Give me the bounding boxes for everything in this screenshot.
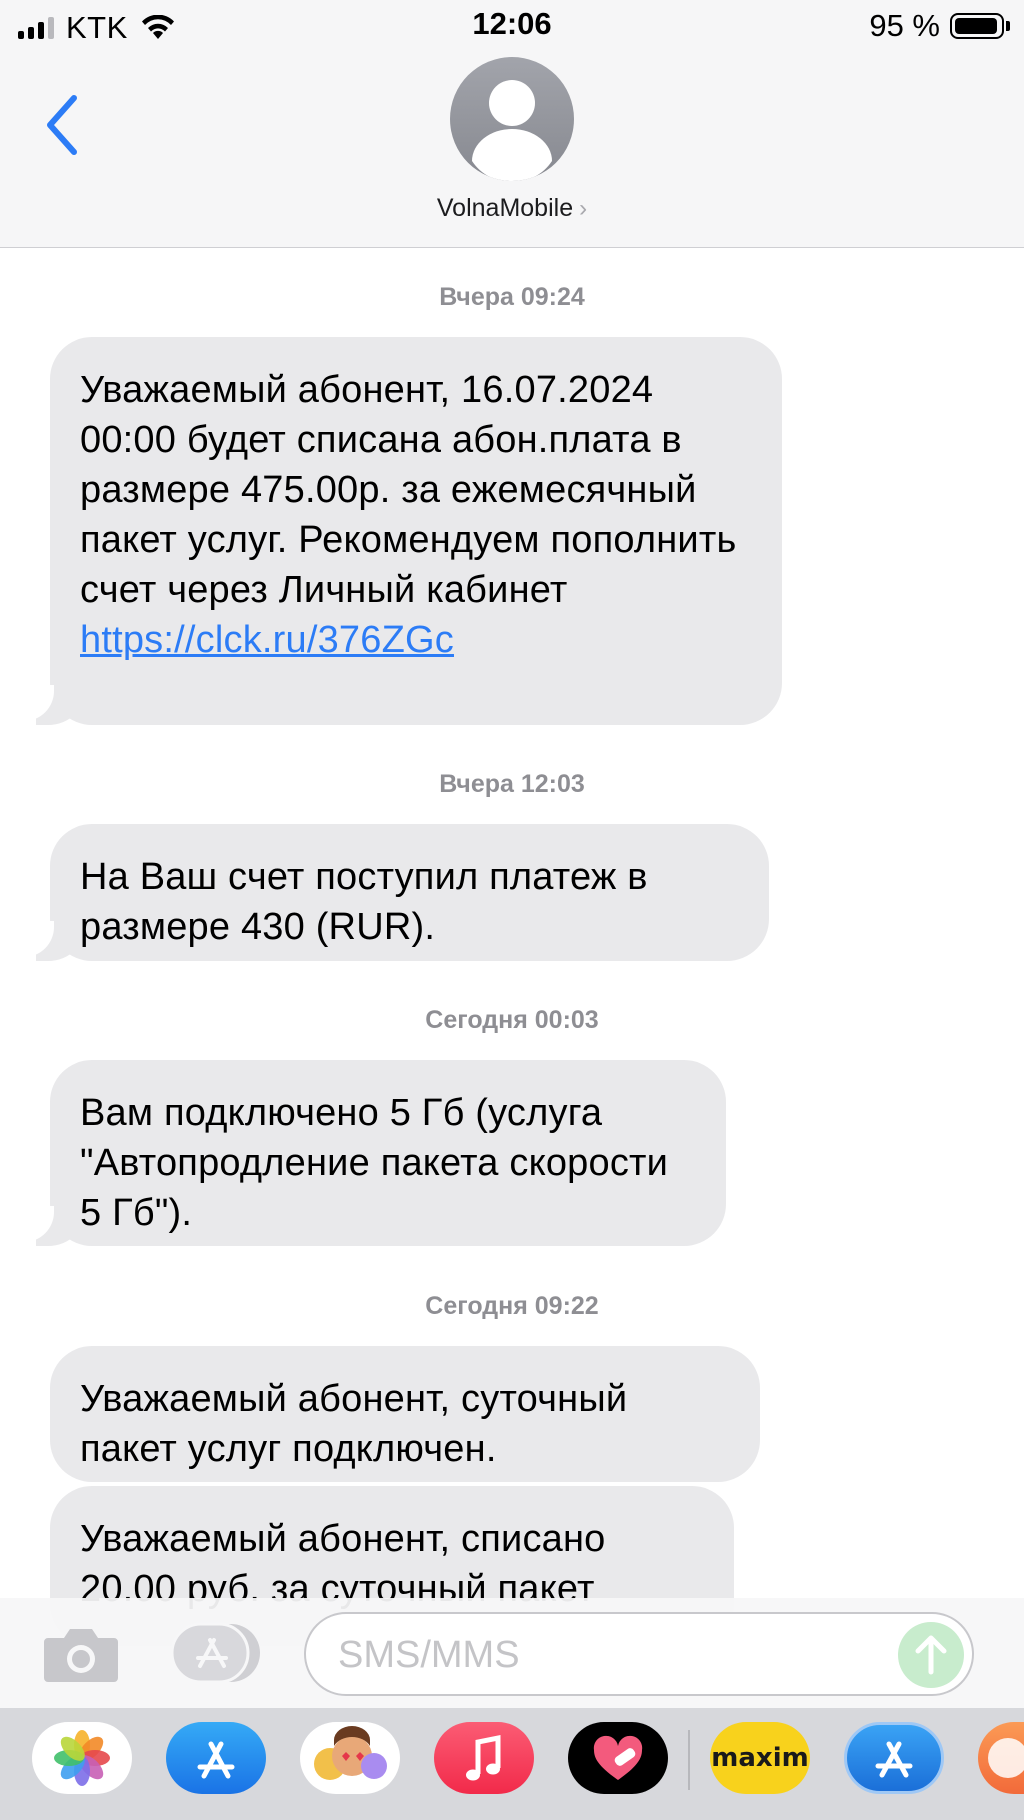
maxim-logo: maxim (711, 1743, 809, 1773)
music-icon (466, 1734, 501, 1781)
camera-icon (44, 1629, 118, 1682)
conversation-header: VolnaMobile › (0, 52, 1024, 248)
app-drawer: maxim (0, 1708, 1024, 1820)
app-store-app-2[interactable] (844, 1722, 944, 1794)
compose-bar (0, 1598, 1024, 1708)
contact-name-button[interactable]: VolnaMobile › (0, 194, 1024, 223)
message-input[interactable] (336, 1614, 860, 1696)
battery-icon (950, 13, 1004, 39)
bubble-tail (36, 1206, 76, 1246)
photos-app[interactable] (32, 1722, 132, 1794)
partial-app[interactable] (978, 1722, 1024, 1794)
drawer-divider (688, 1730, 690, 1790)
message-text: Вам подключено 5 Гб (услуга "Автопродлен… (80, 1092, 669, 1234)
memoji-app[interactable] (300, 1722, 400, 1794)
app-store-icon (197, 1741, 235, 1779)
app-store-icon (170, 1622, 260, 1684)
message-link[interactable]: https://clck.ru/376ZGc (80, 619, 454, 661)
app-store-icon (875, 1741, 913, 1778)
message-text: Уважаемый абонент, 16.07.2024 00:00 буде… (80, 369, 737, 611)
chevron-left-icon (47, 95, 77, 155)
battery-cap (1006, 21, 1010, 31)
send-button[interactable] (898, 1622, 964, 1688)
bubble-tail (36, 921, 76, 961)
battery-percentage: 95 % (869, 8, 940, 43)
arrow-up-icon (915, 1635, 947, 1675)
camera-button[interactable] (42, 1624, 120, 1686)
chevron-right-icon: › (579, 195, 588, 222)
message-bubble[interactable]: На Ваш счет поступил платеж в размере 43… (36, 824, 769, 961)
music-app[interactable] (434, 1722, 534, 1794)
status-bar: KTK 12:06 95 % (0, 0, 1024, 52)
apps-button[interactable] (170, 1622, 262, 1684)
person-silhouette-icon (472, 80, 552, 181)
heart-app-icon (593, 1735, 643, 1780)
message-text: Уважаемый абонент, суточный пакет услуг … (80, 1378, 628, 1470)
app-store-app[interactable] (166, 1722, 266, 1794)
message-timestamp: Вчера 12:03 (439, 770, 585, 798)
heart-app[interactable] (568, 1722, 668, 1794)
message-timestamp: Сегодня 09:22 (425, 1292, 599, 1320)
message-bubble[interactable]: Уважаемый абонент, 16.07.2024 00:00 буде… (36, 337, 782, 725)
memoji-icon (314, 1726, 387, 1780)
maxim-app[interactable]: maxim (710, 1722, 810, 1794)
contact-name: VolnaMobile (436, 194, 574, 222)
back-button[interactable] (38, 90, 88, 160)
photos-icon (54, 1730, 110, 1786)
message-timestamp: Вчера 09:24 (439, 283, 585, 311)
message-bubble[interactable]: Уважаемый абонент, суточный пакет услуг … (50, 1346, 760, 1482)
contact-avatar[interactable] (450, 57, 574, 181)
bubble-tail (36, 685, 76, 725)
message-text: На Ваш счет поступил платеж в размере 43… (80, 856, 648, 948)
message-bubble[interactable]: Вам подключено 5 Гб (услуга "Автопродлен… (36, 1060, 726, 1246)
message-input-field[interactable] (304, 1612, 974, 1696)
message-text: Уважаемый абонент, списано 20.00 руб. за… (80, 1518, 606, 1610)
partial-app-icon (988, 1738, 1024, 1778)
message-timestamp: Сегодня 00:03 (425, 1006, 599, 1034)
